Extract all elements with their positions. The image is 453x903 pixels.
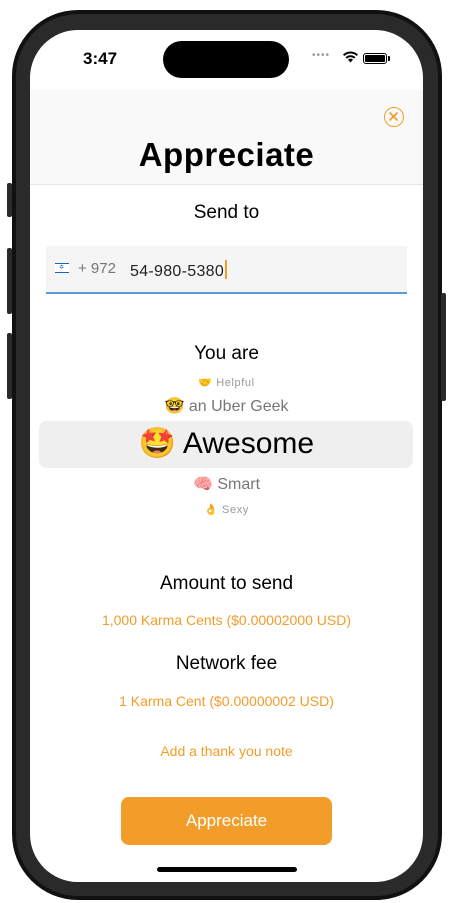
amount-value[interactable]: 1,000 Karma Cents ($0.00002000 USD) xyxy=(30,612,423,628)
text-caret xyxy=(225,260,228,279)
status-bar: 3:47 •••• xyxy=(30,30,423,90)
country-code[interactable]: + 972 xyxy=(78,260,116,277)
picker-option-uber-geek[interactable]: 🤓 an Uber Geek xyxy=(30,396,423,416)
dynamic-island xyxy=(163,41,289,78)
israel-flag-icon[interactable]: ✡ xyxy=(55,263,69,273)
picker-option-helpful[interactable]: 🤝 Helpful xyxy=(30,376,423,389)
network-fee-value: 1 Karma Cent ($0.00000002 USD) xyxy=(119,693,334,709)
wifi-icon xyxy=(342,50,359,68)
appreciate-button[interactable]: Appreciate xyxy=(121,797,332,845)
picker-option-sexy[interactable]: 👌 Sexy xyxy=(30,503,423,516)
phone-number-value[interactable]: 54-980-5380 xyxy=(130,260,228,281)
home-indicator xyxy=(157,867,297,872)
app-screen: 3:47 •••• Appreciate Send to ✡ + 972 54-… xyxy=(30,30,423,882)
picker-option-smart[interactable]: 🧠 Smart xyxy=(30,474,423,494)
send-to-label: Send to xyxy=(193,202,260,223)
picker-option-awesome[interactable]: 🤩 Awesome xyxy=(30,426,423,461)
add-note-link[interactable]: Add a thank you note xyxy=(30,743,423,759)
power-button xyxy=(441,293,446,401)
volume-down-button xyxy=(7,333,12,399)
you-are-label: You are xyxy=(194,343,259,364)
volume-up-button xyxy=(7,248,12,314)
page-title: Appreciate xyxy=(138,136,315,173)
signal-icon: •••• xyxy=(312,50,331,61)
amount-label: Amount to send xyxy=(159,573,294,594)
battery-icon xyxy=(363,53,387,64)
status-time: 3:47 xyxy=(83,49,118,68)
network-fee-label: Network fee xyxy=(175,653,278,674)
close-icon[interactable] xyxy=(384,107,404,127)
silent-switch xyxy=(7,183,12,217)
phone-number-input[interactable]: ✡ + 972 54-980-5380 xyxy=(46,246,407,294)
battery-tip xyxy=(388,56,390,61)
